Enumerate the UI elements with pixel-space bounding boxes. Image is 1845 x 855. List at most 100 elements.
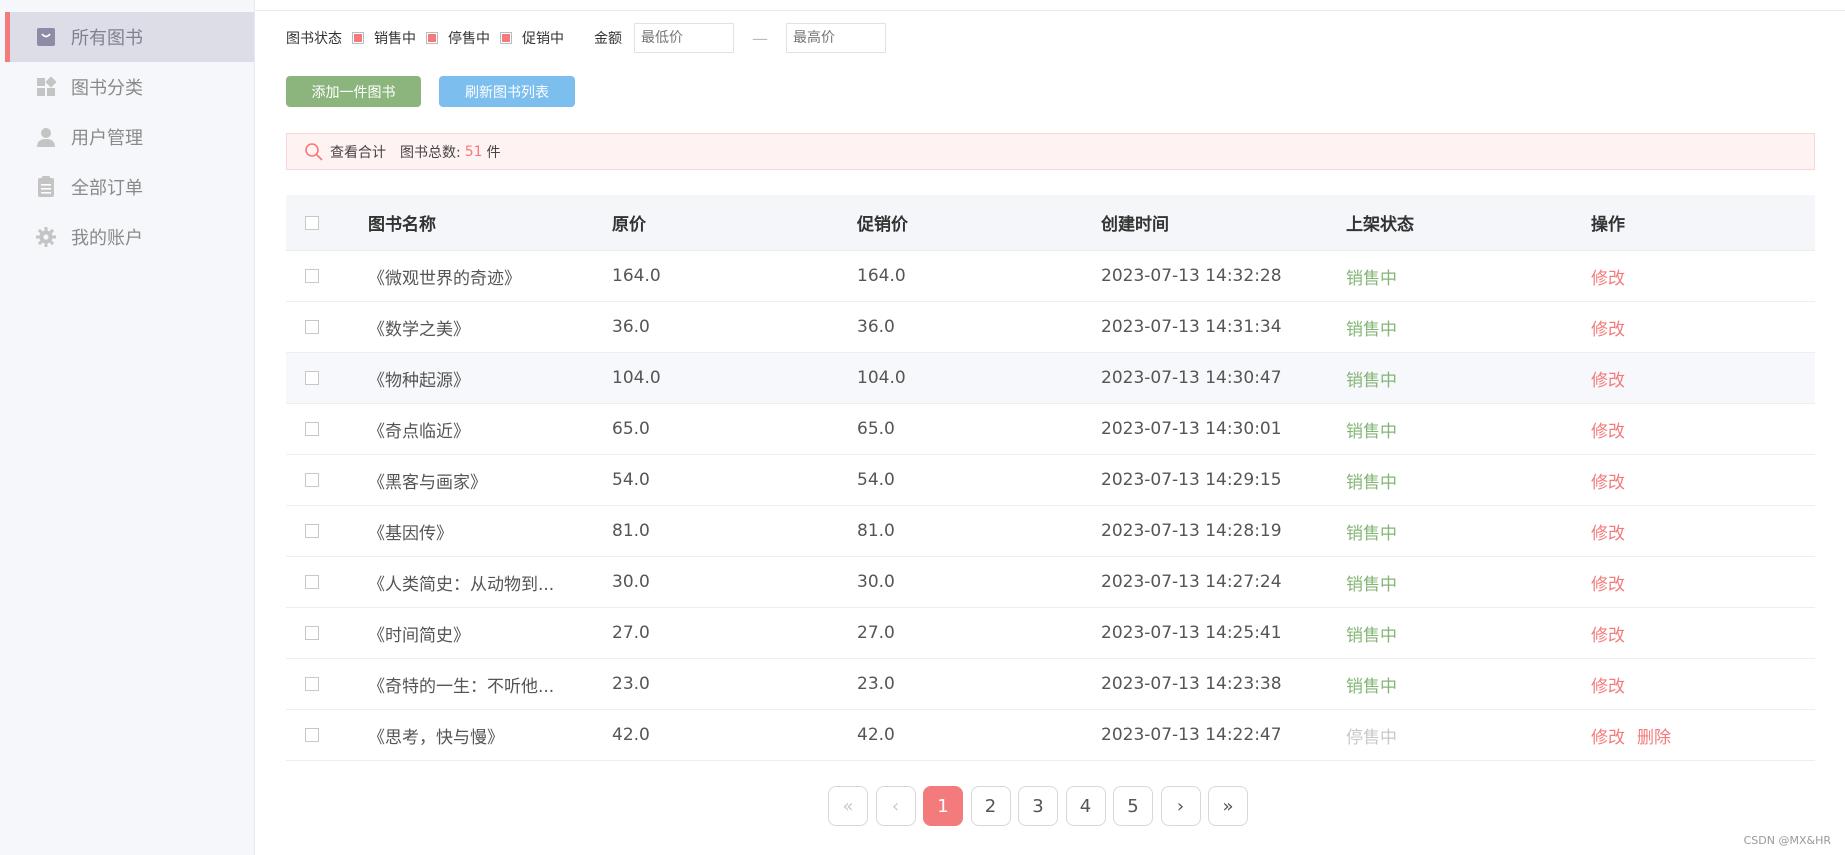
column-header-promo-price: 促销价 [857,215,908,235]
row-checkbox[interactable] [305,626,319,640]
sidebar-item-label: 用户管理 [71,128,143,149]
bag-icon [35,26,57,48]
edit-link[interactable]: 修改 [1591,320,1625,340]
original-price: 42.0 [612,725,650,745]
column-header-actions: 操作 [1591,215,1625,235]
edit-link[interactable]: 修改 [1591,269,1625,289]
original-price: 30.0 [612,572,650,592]
add-book-button[interactable]: 添加一件图书 [286,76,421,107]
next-page-button[interactable]: › [1160,786,1201,826]
refresh-list-button[interactable]: 刷新图书列表 [439,76,575,107]
edit-link[interactable]: 修改 [1591,728,1625,748]
sidebar-item-all-books[interactable]: 所有图书 [5,12,254,62]
status-badge: 销售中 [1346,370,1397,391]
sidebar-item-label: 所有图书 [71,28,143,49]
edit-link[interactable]: 修改 [1591,677,1625,697]
row-actions: 修改 删除 [1591,723,1811,748]
promo-price: 104.0 [857,368,906,388]
edit-link[interactable]: 修改 [1591,473,1625,493]
original-price: 104.0 [612,368,661,388]
sidebar: 所有图书 图书分类 用户管理 全部订单 我的账户 [0,0,255,855]
row-actions: 修改 [1591,570,1811,595]
summary-bar: 查看合计 图书总数: 51 件 [286,133,1815,170]
original-price: 23.0 [612,674,650,694]
table-row: 《时间简史》 27.0 27.0 2023-07-13 14:25:41 销售中 修改 [286,608,1815,659]
filter-promo-label: 促销中 [522,31,564,47]
edit-link[interactable]: 修改 [1591,575,1625,595]
row-checkbox[interactable] [305,524,319,538]
min-price-input[interactable] [634,23,734,53]
row-actions: 修改 [1591,468,1811,493]
sidebar-item-categories[interactable]: 图书分类 [5,62,254,112]
edit-link[interactable]: 修改 [1591,371,1625,391]
created-time: 2023-07-13 14:23:38 [1101,674,1282,694]
book-name: 《黑客与画家》 [368,472,487,493]
created-time: 2023-07-13 14:25:41 [1101,623,1282,643]
table-row: 《黑客与画家》 54.0 54.0 2023-07-13 14:29:15 销售中 修改 [286,455,1815,506]
page-button-4[interactable]: 4 [1065,786,1106,826]
page-button-5[interactable]: 5 [1113,786,1153,826]
column-header-created-time: 创建时间 [1101,215,1169,235]
sidebar-item-users[interactable]: 用户管理 [5,112,254,162]
edit-link[interactable]: 修改 [1591,626,1625,646]
promo-price: 23.0 [857,674,895,694]
created-time: 2023-07-13 14:30:47 [1101,368,1282,388]
created-time: 2023-07-13 14:29:15 [1101,470,1282,490]
sidebar-item-label: 全部订单 [71,178,143,199]
table-row: 《人类简史：从动物到... 30.0 30.0 2023-07-13 14:27:24… [286,557,1815,608]
edit-link[interactable]: 修改 [1591,422,1625,442]
sidebar-item-account[interactable]: 我的账户 [5,212,254,262]
row-checkbox[interactable] [305,422,319,436]
first-page-button[interactable]: « [828,786,868,826]
sidebar-item-orders[interactable]: 全部订单 [5,162,254,212]
select-all-checkbox[interactable] [305,215,319,230]
page-button-3[interactable]: 3 [1018,786,1058,826]
category-grid-icon [35,76,57,98]
row-actions: 修改 [1591,672,1811,697]
status-badge: 销售中 [1346,625,1397,646]
max-price-input[interactable] [786,23,886,53]
sidebar-item-label: 我的账户 [71,228,143,249]
row-actions: 修改 [1591,315,1811,340]
filter-on-sale-checkbox[interactable] [352,32,364,44]
filter-off-sale-checkbox[interactable] [426,32,438,44]
book-name: 《基因传》 [368,523,453,544]
view-total-link[interactable]: 查看合计 [330,142,386,162]
pagination: « ‹ 1 2 3 4 5 › » [828,786,1256,826]
delete-link[interactable]: 删除 [1637,728,1671,748]
book-name: 《人类简史：从动物到... [368,574,555,595]
table-row: 《奇点临近》 65.0 65.0 2023-07-13 14:30:01 销售中 修改 [286,404,1815,455]
page-button-1[interactable]: 1 [923,786,963,826]
status-badge: 销售中 [1346,523,1397,544]
total-unit: 件 [486,144,501,161]
row-checkbox[interactable] [305,371,319,385]
row-checkbox[interactable] [305,320,319,334]
row-checkbox[interactable] [305,473,319,487]
original-price: 81.0 [612,521,650,541]
promo-price: 36.0 [857,317,895,337]
created-time: 2023-07-13 14:27:24 [1101,572,1282,592]
created-time: 2023-07-13 14:30:01 [1101,419,1282,439]
promo-price: 81.0 [857,521,895,541]
row-actions: 修改 [1591,621,1811,646]
row-checkbox[interactable] [305,575,319,589]
status-badge: 销售中 [1346,268,1397,289]
table-row: 《基因传》 81.0 81.0 2023-07-13 14:28:19 销售中 修改 [286,506,1815,557]
filter-promo-checkbox[interactable] [500,32,512,44]
table-body: 《微观世界的奇迹》 164.0 164.0 2023-07-13 14:32:28 销售… [286,251,1815,761]
row-checkbox[interactable] [305,677,319,691]
user-icon [35,126,57,148]
book-name: 《微观世界的奇迹》 [368,268,521,289]
sidebar-item-label: 图书分类 [71,78,143,99]
prev-page-button[interactable]: ‹ [875,786,916,826]
last-page-button[interactable]: » [1208,786,1248,826]
original-price: 65.0 [612,419,650,439]
row-actions: 修改 [1591,417,1811,442]
page-button-2[interactable]: 2 [970,786,1011,826]
row-checkbox[interactable] [305,269,319,283]
filter-on-sale-label: 销售中 [374,31,416,47]
search-icon[interactable] [304,142,324,162]
column-header-original-price: 原价 [612,215,646,235]
row-checkbox[interactable] [305,728,319,742]
edit-link[interactable]: 修改 [1591,524,1625,544]
